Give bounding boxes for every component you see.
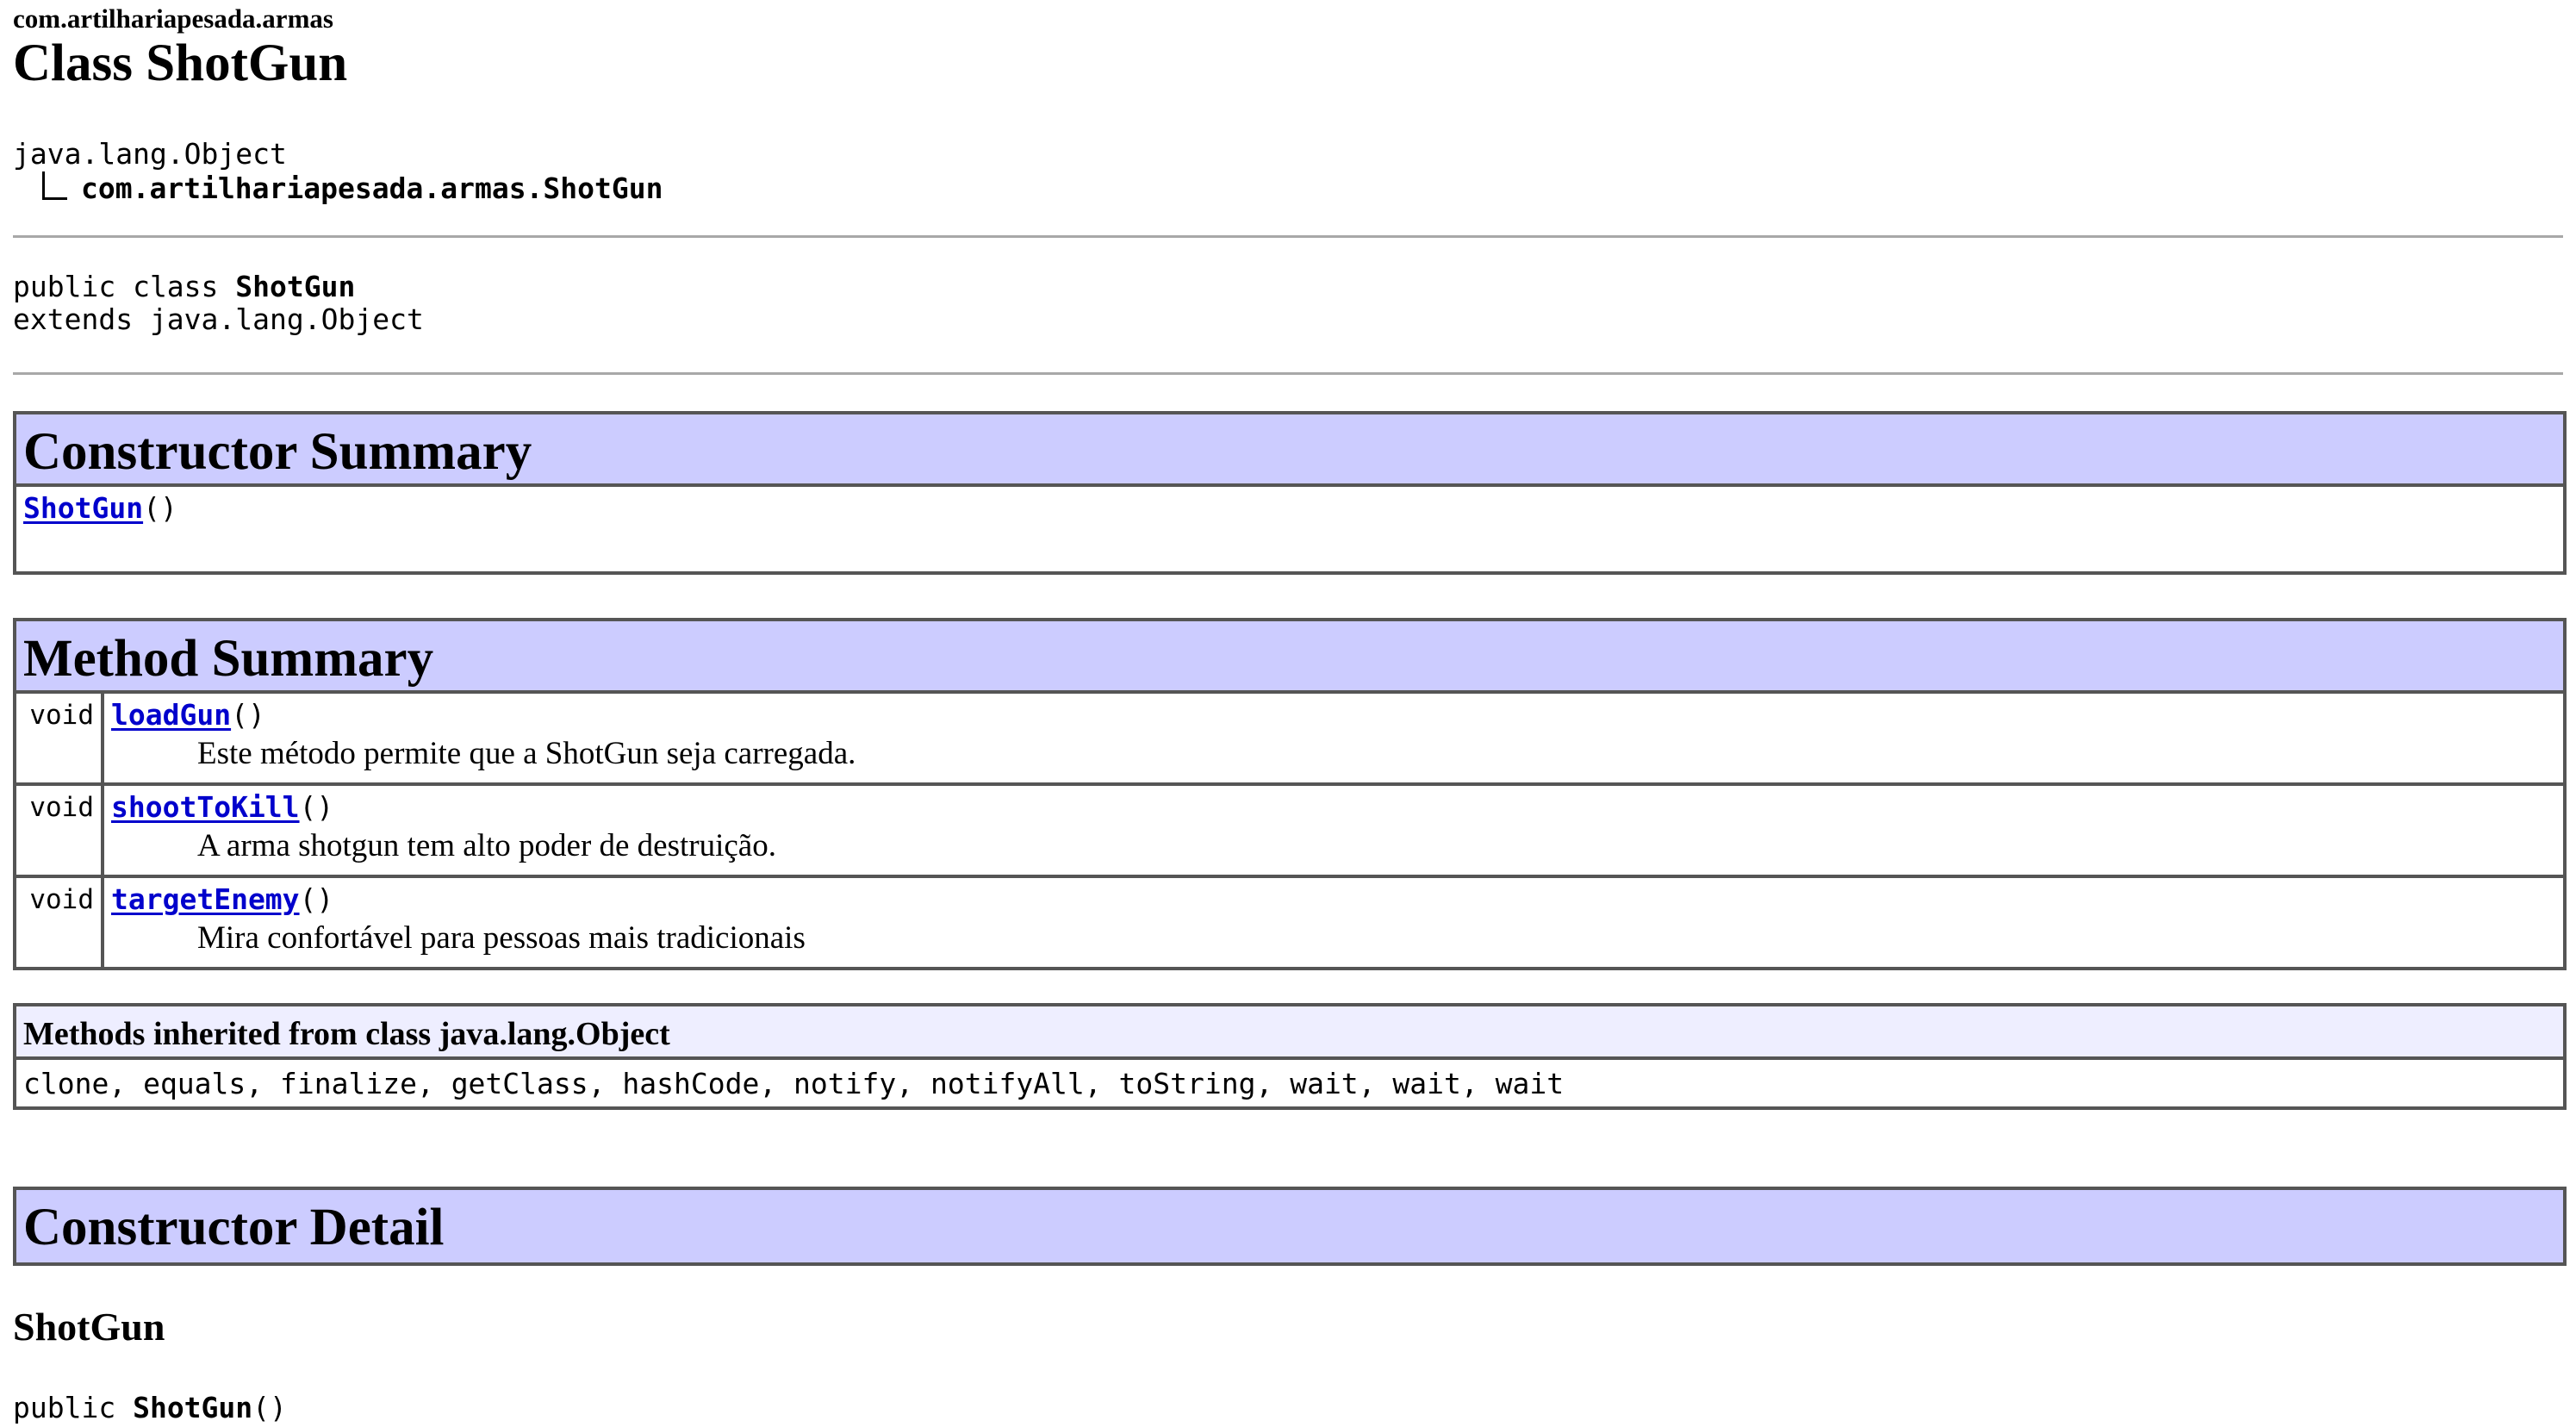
- method-link-targetenemy[interactable]: targetEnemy: [111, 882, 300, 916]
- constructor-summary-table: Constructor Summary ShotGun(): [13, 411, 2567, 575]
- method-summary-heading: Method Summary: [16, 621, 2563, 694]
- method-row: void targetEnemy() Mira confortável para…: [16, 875, 2563, 967]
- page-title: Class ShotGun: [13, 34, 348, 92]
- tree-elbow-icon: [42, 171, 67, 200]
- method-return-type: void: [16, 694, 104, 782]
- inherited-methods-table: Methods inherited from class java.lang.O…: [13, 1003, 2567, 1110]
- method-signature: shootToKill(): [111, 791, 2556, 824]
- method-signature: loadGun(): [111, 699, 2556, 732]
- constructor-detail-name: ShotGun: [13, 1305, 165, 1349]
- constructor-summary-row: ShotGun(): [16, 487, 2563, 571]
- method-params: (): [299, 882, 334, 916]
- class-declaration: public class ShotGun extends java.lang.O…: [13, 271, 424, 336]
- method-link-shoottokill[interactable]: shootToKill: [111, 790, 300, 824]
- method-body: targetEnemy() Mira confortável para pess…: [104, 878, 2563, 967]
- method-signature: targetEnemy(): [111, 883, 2556, 916]
- method-return-type: void: [16, 786, 104, 875]
- signature-prefix: public: [13, 1391, 134, 1424]
- declaration-class-name: ShotGun: [235, 270, 356, 303]
- method-return-type: void: [16, 878, 104, 967]
- method-body: loadGun() Este método permite que a Shot…: [104, 694, 2563, 782]
- inheritance-child-row: com.artilhariapesada.armas.ShotGun: [42, 171, 663, 207]
- method-description: A arma shotgun tem alto poder de destrui…: [197, 828, 776, 863]
- divider: [13, 372, 2563, 375]
- signature-name: ShotGun: [133, 1391, 253, 1424]
- method-row: void shootToKill() A arma shotgun tem al…: [16, 782, 2563, 875]
- constructor-summary-heading: Constructor Summary: [16, 414, 2563, 487]
- constructor-detail-heading: Constructor Detail: [16, 1190, 2563, 1262]
- method-summary-table: Method Summary void loadGun() Este métod…: [13, 618, 2567, 970]
- inherited-methods-list: clone, equals, finalize, getClass, hashC…: [23, 1067, 1565, 1100]
- method-description: Este método permite que a ShotGun seja c…: [197, 736, 856, 771]
- inheritance-child: com.artilhariapesada.armas.ShotGun: [81, 171, 663, 205]
- method-description: Mira confortável para pessoas mais tradi…: [197, 920, 806, 956]
- constructor-link[interactable]: ShotGun: [23, 491, 143, 525]
- method-params: (): [299, 790, 334, 824]
- inherited-methods-heading: Methods inherited from class java.lang.O…: [16, 1006, 2563, 1060]
- method-row: void loadGun() Este método permite que a…: [16, 694, 2563, 782]
- method-link-loadgun[interactable]: loadGun: [111, 698, 231, 732]
- constructor-detail-signature: public ShotGun(): [13, 1391, 287, 1425]
- divider: [13, 235, 2563, 238]
- signature-params: (): [252, 1391, 287, 1424]
- method-params: (): [231, 698, 265, 732]
- declaration-prefix: public class: [13, 270, 236, 303]
- constructor-detail-table: Constructor Detail: [13, 1187, 2567, 1266]
- declaration-line-1: public class ShotGun: [13, 271, 424, 303]
- inheritance-root: java.lang.Object: [13, 137, 287, 171]
- constructor-params: (): [143, 491, 177, 525]
- method-body: shootToKill() A arma shotgun tem alto po…: [104, 786, 2563, 875]
- declaration-line-2: extends java.lang.Object: [13, 302, 424, 336]
